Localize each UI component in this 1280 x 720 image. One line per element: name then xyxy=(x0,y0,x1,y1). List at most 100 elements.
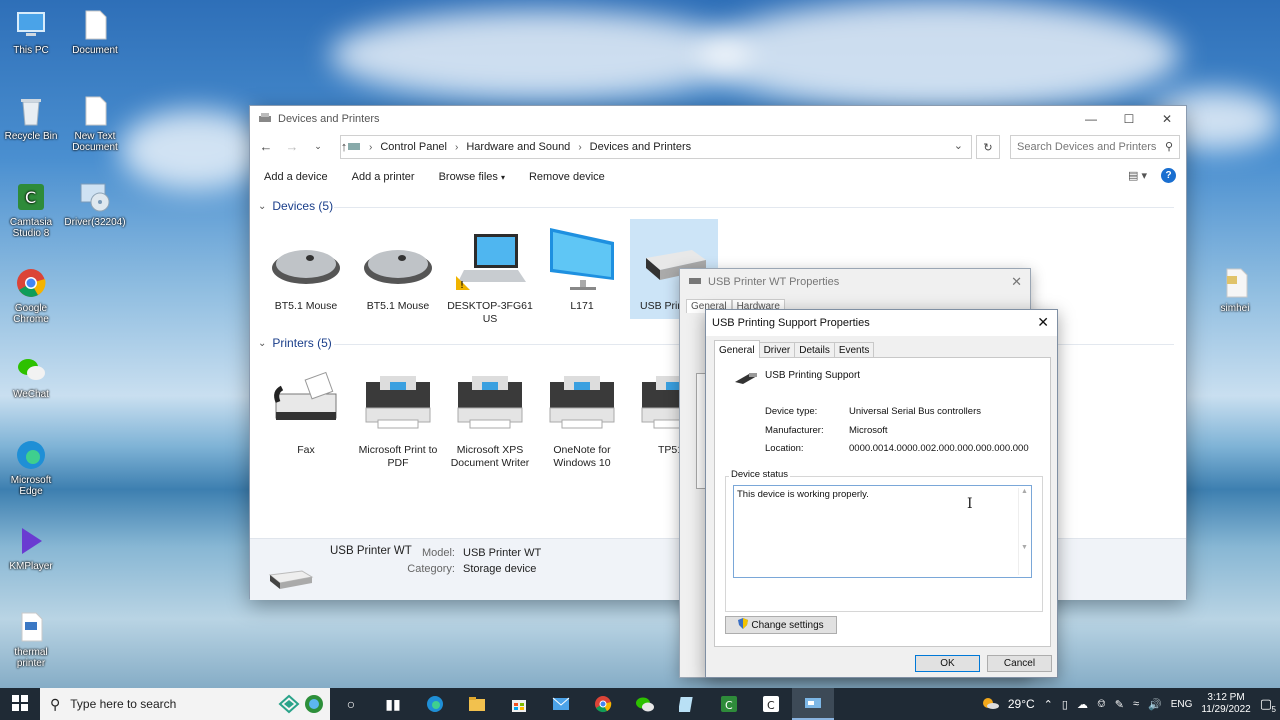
printers-section-header[interactable]: ⌄ Printers (5) xyxy=(258,336,332,350)
printer-icon xyxy=(452,368,528,438)
address-bar[interactable]: › Control Panel › Hardware and Sound › D… xyxy=(340,135,972,159)
tab-driver[interactable]: Driver xyxy=(758,342,796,358)
search-icon: ⚲ xyxy=(1164,141,1173,153)
device-status-text: This device is working properly. xyxy=(737,489,869,500)
svg-text:C: C xyxy=(25,188,36,207)
svg-text:C: C xyxy=(767,699,775,712)
show-hidden-icons-chevron-icon[interactable]: ⌃ xyxy=(1044,698,1053,711)
search-input[interactable]: Search Devices and Printers ⚲ xyxy=(1010,135,1180,159)
breadcrumb-hardware-and-sound[interactable]: Hardware and Sound xyxy=(466,141,570,153)
touch-keyboard-icon[interactable]: ✎ xyxy=(1115,698,1124,711)
desktop-icon-edge[interactable]: Microsoft Edge xyxy=(0,438,62,497)
close-icon[interactable]: ✕ xyxy=(1037,314,1049,331)
refresh-button[interactable]: ↻ xyxy=(976,135,1000,159)
clock[interactable]: 3:12 PM 11/29/2022 xyxy=(1201,692,1250,716)
desktop-icon-chrome[interactable]: Google Chrome xyxy=(0,266,62,325)
volume-icon[interactable]: 🔊 xyxy=(1148,698,1162,711)
printer-label: Microsoft Print to PDF xyxy=(358,444,438,469)
maximize-button[interactable]: ☐ xyxy=(1110,106,1148,132)
desktop-icon-document[interactable]: Document xyxy=(64,8,126,56)
close-button[interactable]: ✕ xyxy=(1148,106,1186,132)
kmplayer-icon xyxy=(14,524,48,558)
weather-icon[interactable] xyxy=(981,696,999,713)
desktop-icon-kmplayer[interactable]: KMPlayer xyxy=(0,524,62,572)
camtasia-taskbar-icon[interactable]: C xyxy=(708,688,750,720)
task-view-icon[interactable]: ○ xyxy=(330,688,372,720)
file-explorer-icon[interactable] xyxy=(456,688,498,720)
onedrive-icon[interactable]: ☁ xyxy=(1077,698,1088,711)
device-item[interactable]: L171 xyxy=(538,224,626,313)
close-icon[interactable]: ✕ xyxy=(1011,274,1022,290)
location-value: 0000.0014.0000.002.000.000.000.000.000 xyxy=(849,443,1029,454)
device-item[interactable]: BT5.1 Mouse xyxy=(354,224,442,313)
desktop-icon-this-pc[interactable]: This PC xyxy=(0,8,62,56)
tab-events[interactable]: Events xyxy=(833,342,875,358)
network-icon[interactable]: ≈ xyxy=(1133,698,1139,710)
microphone-icon[interactable]: ⎊ xyxy=(1097,698,1106,711)
widgets-icon[interactable]: ▮▮ xyxy=(372,688,414,720)
tab-general[interactable]: General xyxy=(714,340,760,358)
printer-item[interactable]: Fax xyxy=(262,368,350,457)
taskbar: ⚲ Type here to search ○ ▮▮ C C 29°C ⌃ ▯ … xyxy=(0,688,1280,720)
change-settings-button[interactable]: Change settings xyxy=(725,616,837,634)
start-button[interactable] xyxy=(0,694,40,714)
dialog-titlebar: USB Printing Support Properties xyxy=(706,310,1057,336)
windows-logo-icon xyxy=(12,694,28,714)
devices-printers-taskbar-icon[interactable] xyxy=(792,688,834,720)
view-options-icon[interactable]: ▤ ▾ xyxy=(1128,169,1147,182)
printer-item[interactable]: Microsoft Print to PDF xyxy=(354,368,442,470)
system-tray: 29°C ⌃ ▯ ☁ ⎊ ✎ ≈ 🔊 ENG 3:12 PM 11/29/202… xyxy=(981,688,1280,720)
svg-text:C: C xyxy=(725,699,733,712)
breadcrumb-control-panel[interactable]: Control Panel xyxy=(380,141,447,153)
desktop-icon-simhei[interactable]: simhei xyxy=(1204,266,1266,314)
ok-button[interactable]: OK xyxy=(915,655,980,672)
desktop-icon-label: Camtasia Studio 8 xyxy=(9,217,53,239)
wechat-taskbar-icon[interactable] xyxy=(624,688,666,720)
notification-center-icon[interactable]: ▢ 5 xyxy=(1260,696,1276,714)
device-label: BT5.1 Mouse xyxy=(274,300,338,312)
location-label: Location: xyxy=(765,443,804,454)
desktop-icon-recycle-bin[interactable]: Recycle Bin xyxy=(0,94,62,142)
desktop-icon-thermal-printer[interactable]: thermal printer xyxy=(0,610,62,669)
window-title: Devices and Printers xyxy=(278,113,380,125)
collapse-chevron-icon: ⌄ xyxy=(258,337,267,349)
store-icon[interactable] xyxy=(498,688,540,720)
device-item[interactable]: BT5.1 Mouse xyxy=(262,224,350,313)
notepad-icon[interactable] xyxy=(666,688,708,720)
desktop-icon-driver[interactable]: Driver(32204) xyxy=(64,180,126,228)
forward-arrow-icon[interactable]: → xyxy=(284,139,300,154)
device-item[interactable]: ! DESKTOP-3FG61 US xyxy=(446,224,534,326)
address-dropdown-chevron-icon[interactable]: ⌄ xyxy=(954,139,963,152)
desktop-icon-label: thermal printer xyxy=(14,647,48,669)
tab-details[interactable]: Details xyxy=(794,342,835,358)
mail-icon[interactable] xyxy=(540,688,582,720)
breadcrumb-devices-and-printers[interactable]: Devices and Printers xyxy=(590,141,692,153)
dropdown-arrow-icon: ▾ xyxy=(500,173,505,182)
back-arrow-icon[interactable]: ← xyxy=(258,139,274,154)
help-icon[interactable]: ? xyxy=(1161,168,1176,183)
desktop-icon-new-text-document[interactable]: New Text Document xyxy=(64,94,126,153)
weather-temperature[interactable]: 29°C xyxy=(1008,697,1035,711)
browse-files-button[interactable]: Browse files ▾ xyxy=(439,171,505,183)
language-indicator[interactable]: ENG xyxy=(1171,699,1193,710)
devices-section-header[interactable]: ⌄ Devices (5) xyxy=(258,199,333,213)
taskbar-search-box[interactable]: ⚲ Type here to search xyxy=(40,688,330,720)
phone-link-icon[interactable]: ▯ xyxy=(1062,698,1068,711)
minimize-button[interactable]: — xyxy=(1072,106,1110,132)
recent-locations-chevron-icon[interactable]: ⌄ xyxy=(310,141,326,152)
edge-taskbar-icon[interactable] xyxy=(414,688,456,720)
device-type-label: Device type: xyxy=(765,406,818,417)
desktop-icon-wechat[interactable]: WeChat xyxy=(0,352,62,400)
printer-item[interactable]: OneNote for Windows 10 xyxy=(538,368,626,470)
add-printer-button[interactable]: Add a printer xyxy=(352,171,415,183)
text-file-icon xyxy=(78,94,112,128)
remove-device-button[interactable]: Remove device xyxy=(529,171,605,183)
printer-item[interactable]: Microsoft XPS Document Writer xyxy=(446,368,534,470)
chrome-taskbar-icon[interactable] xyxy=(582,688,624,720)
camtasia-recorder-icon[interactable]: C xyxy=(750,688,792,720)
status-scrollbar[interactable]: ▲ ▼ xyxy=(1018,488,1030,575)
desktop-icon-camtasia[interactable]: C Camtasia Studio 8 xyxy=(0,180,62,239)
cancel-button[interactable]: Cancel xyxy=(987,655,1052,672)
device-status-textbox[interactable]: This device is working properly. ▲ ▼ xyxy=(733,485,1032,578)
add-device-button[interactable]: Add a device xyxy=(264,171,328,183)
